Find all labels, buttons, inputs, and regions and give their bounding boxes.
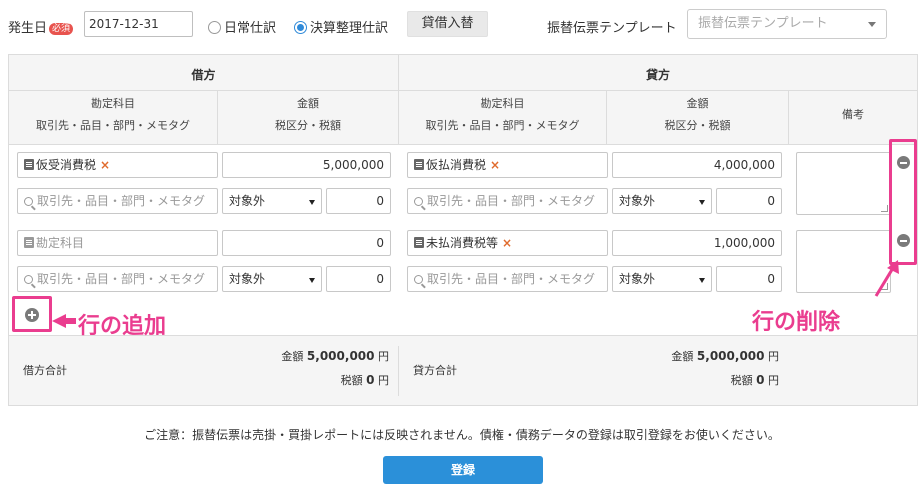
arrow-line xyxy=(874,267,895,297)
delete-row-annotation: 行の削除 xyxy=(752,310,841,335)
annotation-arrows xyxy=(52,260,899,328)
add-row-annotation: 行の追加 xyxy=(78,314,167,339)
register-button[interactable]: 登録 xyxy=(383,456,543,484)
notice-text: ご注意：振替伝票は売掛・買掛レポートには反映されません。債権・債務データの登録は… xyxy=(144,428,780,442)
arrow-up-icon xyxy=(887,260,899,274)
arrow-left-icon xyxy=(52,314,76,328)
